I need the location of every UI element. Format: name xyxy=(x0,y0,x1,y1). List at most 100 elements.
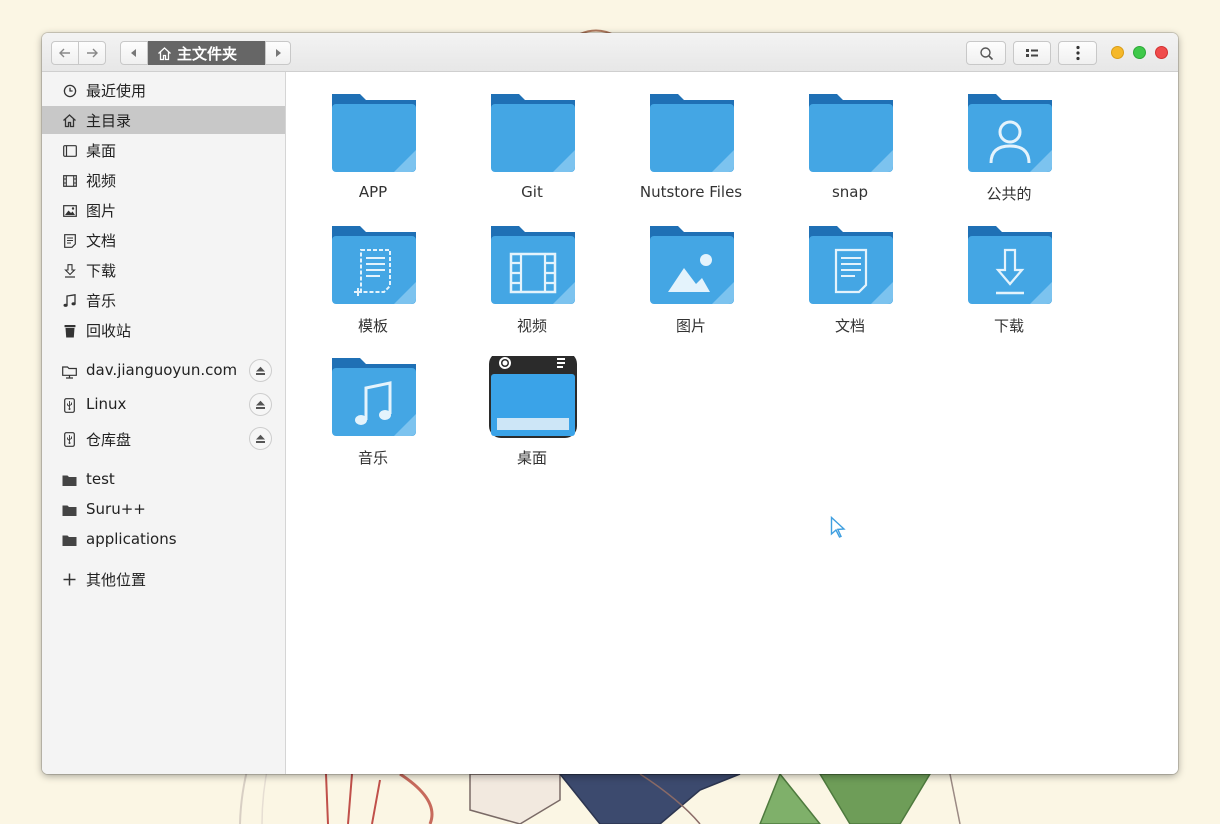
folder-item-videos[interactable]: 视频 xyxy=(457,224,607,349)
folder-label: 图片 xyxy=(675,317,706,335)
sidebar-item-label: 回收站 xyxy=(86,322,132,340)
folder-icon xyxy=(62,473,77,488)
close-button[interactable] xyxy=(1155,46,1168,59)
music-folder-icon xyxy=(332,358,416,436)
documents-folder-icon xyxy=(809,226,893,304)
sidebar-item-desktop[interactable]: 桌面 xyxy=(42,136,285,164)
sidebar-item-label: 桌面 xyxy=(86,142,117,160)
folder-icon xyxy=(650,94,734,172)
sidebar-item-label: 下载 xyxy=(86,262,117,280)
folder-label: 文档 xyxy=(834,317,865,335)
folder-item-git[interactable]: Git xyxy=(457,92,607,217)
folder-icon xyxy=(332,94,416,172)
folder-item-nutstore[interactable]: Nutstore Files xyxy=(616,92,766,217)
film-icon xyxy=(62,173,77,188)
eject-button[interactable] xyxy=(249,393,272,416)
usb-drive-icon xyxy=(62,398,77,413)
folder-item-snap[interactable]: snap xyxy=(775,92,925,217)
eject-button[interactable] xyxy=(249,359,272,382)
network-folder-icon xyxy=(62,364,77,379)
sidebar-item-label: 图片 xyxy=(86,202,117,220)
trash-icon xyxy=(62,323,77,338)
view-toggle-button[interactable] xyxy=(1013,41,1051,65)
sidebar-item-other-locations[interactable]: 其他位置 xyxy=(42,565,285,593)
sidebar-item-applications[interactable]: applications xyxy=(42,526,285,554)
folder-label: Nutstore Files xyxy=(639,183,743,201)
sidebar-item-trash[interactable]: 回收站 xyxy=(42,316,285,344)
folder-label: APP xyxy=(358,183,388,201)
folder-label: Git xyxy=(521,183,543,201)
downloads-folder-icon xyxy=(968,226,1052,304)
desktop-folder-icon xyxy=(489,356,577,438)
folder-icon xyxy=(491,94,575,172)
folder-item-templates[interactable]: 模板 xyxy=(298,224,448,349)
clock-icon xyxy=(62,83,77,98)
sidebar-item-documents[interactable]: 文档 xyxy=(42,226,285,254)
sidebar-item-home[interactable]: 主目录 xyxy=(42,106,285,134)
usb-drive-icon xyxy=(62,432,77,447)
folder-label: 桌面 xyxy=(516,449,547,467)
back-button[interactable] xyxy=(51,41,79,65)
pictures-folder-icon xyxy=(650,226,734,304)
folder-label: 视频 xyxy=(516,317,547,335)
maximize-button[interactable] xyxy=(1133,46,1146,59)
sidebar-item-label: Linux xyxy=(86,395,127,413)
eject-icon xyxy=(256,434,265,443)
folder-icon xyxy=(809,94,893,172)
sidebar: 最近使用 主目录 桌面 视频 图片 文档 下载 音乐 回收站 dav.jiang… xyxy=(42,72,286,774)
path-scroll-left-button[interactable] xyxy=(120,41,148,65)
eject-icon xyxy=(256,366,265,375)
sidebar-item-label: applications xyxy=(86,530,177,548)
sidebar-item-downloads[interactable]: 下载 xyxy=(42,256,285,284)
sidebar-item-pictures[interactable]: 图片 xyxy=(42,196,285,224)
folder-item-public[interactable]: 公共的 xyxy=(934,92,1084,217)
download-icon xyxy=(62,263,77,278)
kebab-menu-icon xyxy=(1075,45,1080,61)
sidebar-item-label: 音乐 xyxy=(86,292,117,310)
minimize-button[interactable] xyxy=(1111,46,1124,59)
templates-folder-icon xyxy=(332,226,416,304)
search-button[interactable] xyxy=(966,41,1006,65)
videos-folder-icon xyxy=(491,226,575,304)
arrow-right-icon xyxy=(87,48,98,58)
breadcrumb-home[interactable]: 主文件夹 xyxy=(148,41,265,65)
sidebar-item-videos[interactable]: 视频 xyxy=(42,166,285,194)
folder-item-app[interactable]: APP xyxy=(298,92,448,217)
sidebar-item-recent[interactable]: 最近使用 xyxy=(42,76,285,104)
sidebar-item-music[interactable]: 音乐 xyxy=(42,286,285,314)
eject-icon xyxy=(256,400,265,409)
sidebar-item-label: dav.jianguoyun.com xyxy=(86,361,238,379)
sidebar-item-label: 仓库盘 xyxy=(86,431,132,449)
folder-item-documents[interactable]: 文档 xyxy=(775,224,925,349)
folder-item-pictures[interactable]: 图片 xyxy=(616,224,766,349)
mouse-pointer-icon xyxy=(830,516,846,538)
public-folder-icon xyxy=(968,94,1052,172)
triangle-left-icon xyxy=(131,49,136,57)
sidebar-item-test[interactable]: test xyxy=(42,466,285,494)
folder-icon xyxy=(62,533,77,548)
sidebar-item-label: 最近使用 xyxy=(86,82,147,100)
eject-button[interactable] xyxy=(249,427,272,450)
desktop-icon xyxy=(62,143,77,158)
folder-item-desktop[interactable]: 桌面 xyxy=(457,356,607,481)
sidebar-item-repo-drive[interactable]: 仓库盘 xyxy=(42,425,285,453)
path-scroll-right-button[interactable] xyxy=(265,41,291,65)
header-bar: 主文件夹 xyxy=(42,33,1178,72)
arrow-left-icon xyxy=(59,48,70,58)
search-icon xyxy=(979,46,993,60)
home-icon xyxy=(62,113,77,128)
sidebar-item-label: 文档 xyxy=(86,232,117,250)
folder-label: 下载 xyxy=(993,317,1024,335)
folder-item-downloads[interactable]: 下载 xyxy=(934,224,1084,349)
sidebar-item-surupp[interactable]: Suru++ xyxy=(42,496,285,524)
menu-button[interactable] xyxy=(1058,41,1097,65)
breadcrumb-label: 主文件夹 xyxy=(177,44,238,63)
folder-label: 公共的 xyxy=(986,185,1032,203)
forward-button[interactable] xyxy=(78,41,106,65)
sidebar-item-dav-jianguoyun[interactable]: dav.jianguoyun.com xyxy=(42,357,285,385)
home-icon xyxy=(157,46,172,61)
folder-item-music[interactable]: 音乐 xyxy=(298,356,448,481)
sidebar-item-linux[interactable]: Linux xyxy=(42,391,285,419)
sidebar-item-label: 视频 xyxy=(86,172,117,190)
folder-label: 模板 xyxy=(357,317,388,335)
